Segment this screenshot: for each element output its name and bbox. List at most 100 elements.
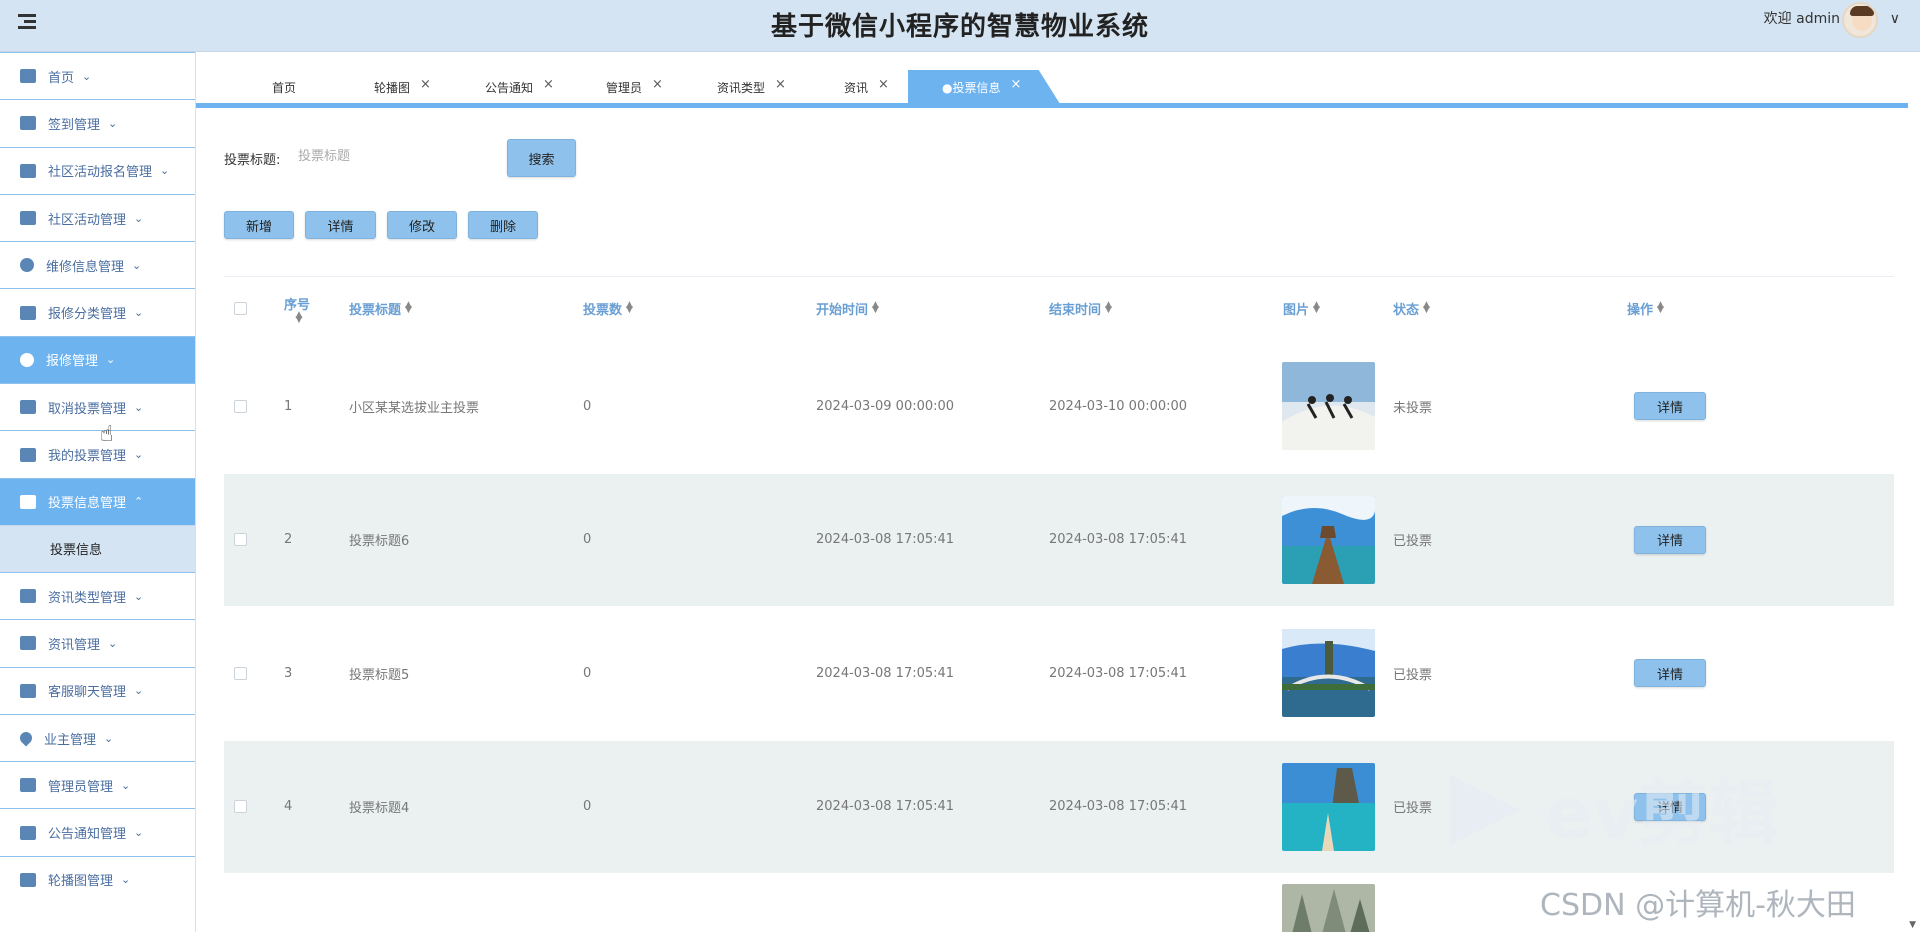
sidebar-item[interactable]: 轮播图管理 ⌄ <box>0 855 195 903</box>
tab-carousel[interactable]: 轮播图 × <box>374 71 431 103</box>
row-image <box>1282 362 1375 451</box>
th-count[interactable]: 投票数 ▲ ▼ <box>583 277 633 339</box>
close-icon[interactable]: × <box>543 77 554 92</box>
sidebar-item[interactable]: 社区活动报名管理 ⌄ <box>0 146 195 194</box>
tab-news[interactable]: 资讯 × <box>844 71 889 103</box>
sidebar-item-label: 社区活动报名管理 <box>48 165 153 181</box>
delete-button[interactable]: 删除 <box>468 211 538 239</box>
list-icon <box>20 400 36 415</box>
sidebar-subitem-vote-info[interactable]: 投票信息 <box>0 524 195 572</box>
table-body: 1 小区某某选拔业主投票 0 2024-03-09 00:00:00 2024-03-1… <box>224 339 1894 873</box>
row-checkbox[interactable] <box>234 399 247 413</box>
sort-icon[interactable]: ▲ ▼ <box>1423 301 1430 315</box>
scroll-down-icon[interactable]: ▼ <box>1909 920 1916 930</box>
sidebar-item-label: 管理员管理 <box>48 779 114 795</box>
sidebar-item[interactable]: 报修分类管理 ⌄ <box>0 288 195 335</box>
user-menu-chevron-icon[interactable]: ∨ <box>1890 11 1900 27</box>
tab-label: 轮播图 <box>374 80 411 95</box>
chevron-up-icon: ⌃ <box>134 495 144 509</box>
sidebar-item[interactable]: 资讯管理 ⌄ <box>0 619 195 666</box>
row-title: 投票标题6 <box>349 534 410 550</box>
vote-title-search-input[interactable] <box>298 142 488 170</box>
tab-label: ●投票信息 <box>942 80 1001 95</box>
welcome-text: 欢迎 admin <box>1763 11 1840 27</box>
row-checkbox[interactable] <box>234 666 247 680</box>
sidebar-item-label: 报修管理 <box>46 354 99 370</box>
sidebar-item[interactable]: 社区活动管理 ⌄ <box>0 193 195 241</box>
sidebar-item[interactable]: 首页 ⌄ <box>0 52 195 99</box>
detail-button[interactable]: 详情 <box>305 211 376 239</box>
tab-label: 资讯 <box>844 80 869 95</box>
sort-icon[interactable]: ▲ ▼ <box>296 310 303 324</box>
th-op[interactable]: 操作 ▲ ▼ <box>1627 277 1664 339</box>
sidebar-item[interactable]: 签到管理 ⌄ <box>0 99 195 146</box>
sort-icon[interactable]: ▲ ▼ <box>1105 301 1112 315</box>
sort-icon[interactable]: ▲ ▼ <box>626 301 633 315</box>
chevron-down-icon: ⌄ <box>104 731 114 745</box>
row-detail-button[interactable]: 详情 <box>1634 792 1706 821</box>
sidebar-item[interactable]: 公告通知管理 ⌄ <box>0 808 195 855</box>
vote-table: 序号 ▲ ▼ 投票标题 ▲ ▼ 投票数 ▲ ▼ 开始时间 ▲ ▼ 结束时间 ▲ ▼ 图片 ▲ ▼ 状态… <box>224 276 1894 932</box>
sidebar-item[interactable]: 维修信息管理 ⌄ <box>0 241 195 288</box>
row-detail-button[interactable]: 详情 <box>1634 659 1706 688</box>
sidebar-item-label: 报修分类管理 <box>48 307 127 323</box>
close-icon[interactable]: × <box>420 77 431 92</box>
row-detail-button[interactable]: 详情 <box>1634 525 1706 554</box>
tab-label: 公告通知 <box>485 80 534 95</box>
close-icon[interactable]: × <box>878 77 889 92</box>
th-start[interactable]: 开始时间 ▲ ▼ <box>816 277 879 339</box>
sidebar-item-label: 取消投票管理 <box>48 401 127 417</box>
sort-icon[interactable]: ▲ ▼ <box>872 301 879 315</box>
columns-icon <box>20 778 36 793</box>
th-status[interactable]: 状态 ▲ ▼ <box>1393 277 1430 339</box>
th-image[interactable]: 图片 ▲ ▼ <box>1283 277 1320 339</box>
row-detail-button[interactable]: 详情 <box>1634 392 1706 421</box>
sidebar: 首页 ⌄ 签到管理 ⌄ 社区活动报名管理 ⌄ 社区活动管理 ⌄ 维修信息管理 ⌄ 报修分类管理 ⌄ 报修… <box>0 52 196 932</box>
search-button[interactable]: 搜索 <box>507 139 576 177</box>
select-all-checkbox[interactable] <box>234 301 247 315</box>
sidebar-item[interactable]: 我的投票管理 ⌄ <box>0 430 195 477</box>
th-label: 图片 <box>1283 302 1310 318</box>
slider-icon <box>20 872 36 887</box>
avatar[interactable] <box>1842 2 1878 38</box>
sort-icon[interactable]: ▲ ▼ <box>1657 301 1664 315</box>
tab-notice[interactable]: 公告通知 × <box>485 71 554 103</box>
close-icon[interactable]: × <box>775 77 786 92</box>
close-icon[interactable]: × <box>652 77 663 92</box>
sidebar-item-label: 轮播图管理 <box>48 874 114 890</box>
row-end-time: 2024-03-10 00:00:00 <box>1049 398 1188 414</box>
sidebar-item[interactable]: 业主管理 ⌄ <box>0 713 195 761</box>
row-checkbox[interactable] <box>234 800 247 814</box>
edit-button[interactable]: 修改 <box>387 211 457 239</box>
app-title: 基于微信小程序的智慧物业系统 <box>770 12 1149 42</box>
th-end[interactable]: 结束时间 ▲ ▼ <box>1049 277 1112 339</box>
row-index: 3 <box>284 665 293 681</box>
sidebar-item[interactable]: 投票信息管理 ⌃ <box>0 477 195 525</box>
sidebar-item[interactable]: 资讯类型管理 ⌄ <box>0 571 195 619</box>
tab-bar: 首页 轮播图 × 公告通知 × 管理员 × 资讯类型 × 资讯 × ●投票信息 … <box>196 68 1908 108</box>
sidebar-item[interactable]: 报修管理 ⌄ <box>0 335 195 384</box>
tab-admin[interactable]: 管理员 × <box>606 71 663 103</box>
mail-icon <box>20 494 36 509</box>
row-count: 0 <box>583 532 592 548</box>
row-checkbox[interactable] <box>234 533 247 547</box>
sidebar-item[interactable]: 管理员管理 ⌄ <box>0 761 195 808</box>
th-title[interactable]: 投票标题 ▲ ▼ <box>349 277 412 339</box>
close-icon[interactable]: × <box>1010 77 1021 92</box>
th-index[interactable]: 序号 ▲ ▼ <box>284 277 310 339</box>
sort-icon[interactable]: ▲ ▼ <box>405 301 412 315</box>
row-image <box>1282 884 1375 932</box>
sidebar-item[interactable]: 客服聊天管理 ⌄ <box>0 666 195 714</box>
tab-news-type[interactable]: 资讯类型 × <box>717 71 786 103</box>
table-row: 4 投票标题4 0 2024-03-08 17:05:41 2024-03-08 17:… <box>224 739 1894 873</box>
tab-home[interactable]: 首页 <box>272 71 296 103</box>
tab-vote-info[interactable]: ●投票信息 × <box>908 70 1060 104</box>
circle-icon <box>20 258 34 273</box>
sidebar-item-label: 维修信息管理 <box>46 259 125 275</box>
add-button[interactable]: 新增 <box>224 211 294 239</box>
chevron-down-icon: ⌄ <box>160 164 170 178</box>
chart-icon <box>20 825 36 840</box>
sidebar-item[interactable]: 取消投票管理 ⌄ <box>0 383 195 430</box>
ticket-icon <box>20 589 36 604</box>
sort-icon[interactable]: ▲ ▼ <box>1313 301 1320 315</box>
